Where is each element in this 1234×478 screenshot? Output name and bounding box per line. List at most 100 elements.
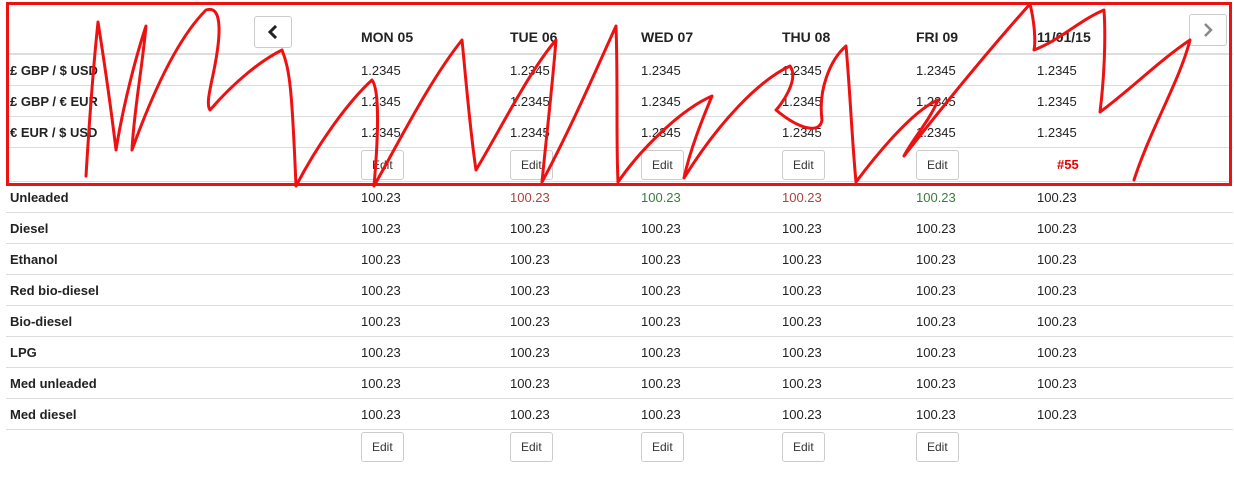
previous-week-button[interactable] <box>254 16 292 48</box>
header-row: MON 05 TUE 06 WED 07 THU 08 FRI 09 11/01… <box>6 20 1233 55</box>
price-cell: 100.23 <box>782 274 916 306</box>
row-label: Bio-diesel <box>6 305 361 337</box>
price-cell: 100.23 <box>1037 398 1233 430</box>
row-label: Med unleaded <box>6 367 361 399</box>
price-cell: 100.23 <box>361 305 510 337</box>
day-header: MON 05 <box>361 20 510 55</box>
rate-cell: 1.2345 <box>641 116 782 148</box>
price-cell: 100.23 <box>782 398 916 430</box>
price-cell: 100.23 <box>1037 367 1233 399</box>
price-cell: 100.23 <box>361 274 510 306</box>
price-cell: 100.23 <box>782 243 916 275</box>
price-cell: 100.23 <box>782 367 916 399</box>
rate-cell: 1.2345 <box>361 116 510 148</box>
edit-button[interactable]: Edit <box>782 149 825 180</box>
table-row: £ GBP / € EUR 1.2345 1.2345 1.2345 1.234… <box>6 85 1233 117</box>
rate-cell: 1.2345 <box>510 54 641 86</box>
price-cell: 100.23 <box>916 367 1037 399</box>
price-cell: 100.23 <box>510 398 641 430</box>
rates-table: MON 05 TUE 06 WED 07 THU 08 FRI 09 11/01… <box>6 20 1233 463</box>
day-header: WED 07 <box>641 20 782 55</box>
price-cell: 100.23 <box>361 367 510 399</box>
price-cell: 100.23 <box>510 305 641 337</box>
price-cell: 100.23 <box>510 367 641 399</box>
price-cell: 100.23 <box>1037 274 1233 306</box>
edit-button[interactable]: Edit <box>361 431 404 462</box>
rate-cell: 1.2345 <box>361 85 510 117</box>
price-cell: 100.23 <box>1037 212 1233 244</box>
price-cell: 100.23 <box>782 181 916 213</box>
row-label: Unleaded <box>6 181 361 213</box>
edit-button[interactable]: Edit <box>641 431 684 462</box>
rate-cell: 1.2345 <box>916 54 1037 86</box>
price-cell: 100.23 <box>361 336 510 368</box>
price-cell: 100.23 <box>916 212 1037 244</box>
table-row: LPG 100.23 100.23 100.23 100.23 100.23 1… <box>6 336 1233 368</box>
table-row: Bio-diesel 100.23 100.23 100.23 100.23 1… <box>6 305 1233 337</box>
currency-edit-row: Edit Edit Edit Edit Edit #55 <box>6 147 1233 182</box>
price-cell: 100.23 <box>916 274 1037 306</box>
rate-cell: 1.2345 <box>641 85 782 117</box>
price-cell: 100.23 <box>916 243 1037 275</box>
chevron-right-icon <box>1204 23 1213 37</box>
rate-cell: 1.2345 <box>782 85 916 117</box>
day-header: THU 08 <box>782 20 916 55</box>
price-cell: 100.23 <box>361 398 510 430</box>
table-row: Med unleaded 100.23 100.23 100.23 100.23… <box>6 367 1233 399</box>
price-cell: 100.23 <box>916 398 1037 430</box>
price-cell: 100.23 <box>782 212 916 244</box>
table-row: Red bio-diesel 100.23 100.23 100.23 100.… <box>6 274 1233 306</box>
row-label: £ GBP / $ USD <box>6 54 361 86</box>
table-row: £ GBP / $ USD 1.2345 1.2345 1.2345 1.234… <box>6 54 1233 86</box>
price-cell: 100.23 <box>916 336 1037 368</box>
day-header: TUE 06 <box>510 20 641 55</box>
fuel-edit-row: Edit Edit Edit Edit Edit <box>6 430 1233 464</box>
price-cell: 100.23 <box>1037 336 1233 368</box>
row-label: Diesel <box>6 212 361 244</box>
price-cell: 100.23 <box>641 181 782 213</box>
row-label: Med diesel <box>6 398 361 430</box>
edit-button[interactable]: Edit <box>361 149 404 180</box>
price-cell: 100.23 <box>1037 305 1233 337</box>
table-row: € EUR / $ USD 1.2345 1.2345 1.2345 1.234… <box>6 116 1233 148</box>
header-label-cell <box>6 20 361 55</box>
price-cell: 100.23 <box>782 305 916 337</box>
edit-button[interactable]: Edit <box>916 149 959 180</box>
row-label <box>6 430 361 464</box>
ticket-annotation: #55 <box>1057 157 1079 172</box>
edit-button[interactable]: Edit <box>510 149 553 180</box>
row-label: £ GBP / € EUR <box>6 85 361 117</box>
price-cell: 100.23 <box>641 336 782 368</box>
table-row: Ethanol 100.23 100.23 100.23 100.23 100.… <box>6 243 1233 275</box>
price-cell: 100.23 <box>641 398 782 430</box>
price-cell: 100.23 <box>510 243 641 275</box>
price-cell: 100.23 <box>510 181 641 213</box>
price-cell: 100.23 <box>641 367 782 399</box>
price-cell: 100.23 <box>916 305 1037 337</box>
rate-cell: 1.2345 <box>641 54 782 86</box>
rate-cell: 1.2345 <box>510 85 641 117</box>
rate-cell: 1.2345 <box>510 116 641 148</box>
rate-cell: 1.2345 <box>1037 116 1233 148</box>
rate-cell: 1.2345 <box>916 116 1037 148</box>
exchange-rate-page: MON 05 TUE 06 WED 07 THU 08 FRI 09 11/01… <box>0 0 1234 478</box>
row-label <box>6 147 361 182</box>
price-cell: 100.23 <box>641 243 782 275</box>
edit-button[interactable]: Edit <box>641 149 684 180</box>
rate-cell: 1.2345 <box>1037 85 1233 117</box>
row-label: € EUR / $ USD <box>6 116 361 148</box>
price-cell: 100.23 <box>361 181 510 213</box>
price-cell: 100.23 <box>510 336 641 368</box>
rate-cell: 1.2345 <box>782 54 916 86</box>
price-cell: 100.23 <box>510 274 641 306</box>
row-label: Red bio-diesel <box>6 274 361 306</box>
edit-button[interactable]: Edit <box>510 431 553 462</box>
rate-cell: 1.2345 <box>782 116 916 148</box>
edit-button[interactable]: Edit <box>782 431 825 462</box>
chevron-left-icon <box>267 25 278 39</box>
price-cell: 100.23 <box>1037 243 1233 275</box>
price-cell: 100.23 <box>510 212 641 244</box>
price-cell: 100.23 <box>361 243 510 275</box>
next-week-button[interactable] <box>1189 14 1227 46</box>
edit-button[interactable]: Edit <box>916 431 959 462</box>
